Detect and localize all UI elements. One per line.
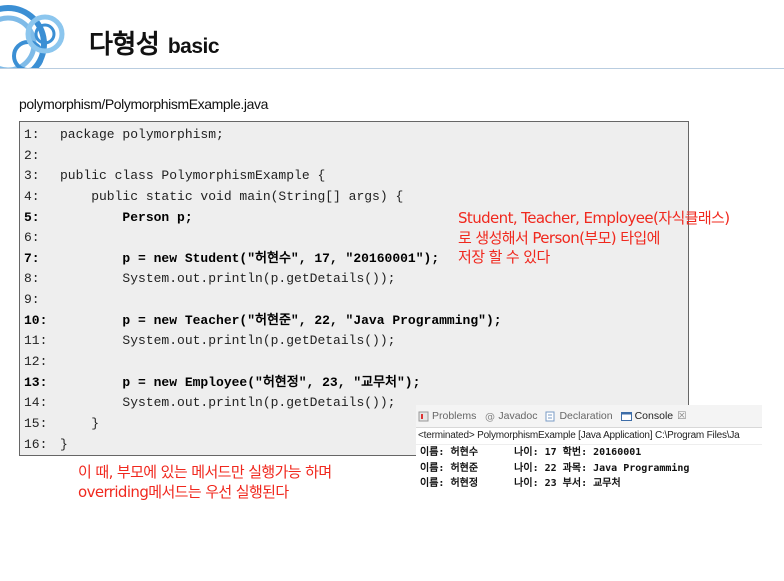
code-line: 4: public static void main(String[] args… — [24, 187, 502, 208]
code-text: public static void main(String[] args) { — [60, 188, 404, 204]
tab-javadoc[interactable]: @ Javadoc — [484, 410, 538, 423]
code-line: 13: p = new Employee("허현정", 23, "교무처"); — [24, 373, 502, 394]
code-line: 9: — [24, 290, 502, 311]
line-number: 8: — [24, 271, 40, 287]
line-number: 7: — [24, 250, 40, 266]
console-panel: Problems @ Javadoc Declaration Console ☒… — [416, 405, 762, 495]
code-text: package polymorphism; — [60, 127, 224, 142]
svg-text:@: @ — [485, 412, 495, 422]
code-text: System.out.println(p.getDetails()); — [60, 271, 396, 287]
code-line: 1: package polymorphism; — [24, 125, 502, 146]
page-title: 다형성 basic — [89, 24, 220, 61]
code-text: System.out.println(p.getDetails()); — [60, 395, 396, 411]
line-number: 13: — [24, 374, 48, 390]
code-line: 5: Person p; — [24, 208, 502, 229]
tab-label: Problems — [432, 410, 477, 422]
code-text: p = new Employee("허현정", 23, "교무처"); — [60, 374, 421, 390]
tab-console[interactable]: Console ☒ — [620, 410, 687, 422]
note-line: overriding메서드는 우선 실행된다 — [78, 482, 289, 501]
tab-label: Javadoc — [498, 410, 538, 422]
line-number: 16: — [24, 436, 48, 452]
console-icon — [620, 411, 632, 422]
line-number: 5: — [24, 209, 40, 225]
tab-problems[interactable]: Problems — [418, 410, 476, 422]
line-number: 4: — [24, 188, 40, 204]
code-line: 6: — [24, 228, 502, 249]
note-right: Student, Teacher, Employee(자식클래스) 로 생성해서… — [458, 209, 778, 268]
line-number: 10: — [24, 312, 48, 328]
line-number: 9: — [24, 292, 40, 308]
code-line: 2: — [24, 146, 502, 167]
javadoc-icon: @ — [484, 411, 495, 423]
console-tabbar: Problems @ Javadoc Declaration Console ☒ — [416, 405, 762, 428]
title-korean: 다형성 — [89, 30, 160, 60]
file-path: polymorphism/PolymorphismExample.java — [19, 96, 268, 112]
line-number: 2: — [24, 147, 40, 163]
line-number: 14: — [24, 395, 48, 411]
line-number: 3: — [24, 168, 40, 184]
note-line: 로 생성해서 Person(부모) 타입에 — [458, 228, 660, 247]
code-text: p = new Student("허현수", 17, "20160001"); — [60, 250, 440, 266]
line-number: 11: — [24, 333, 48, 349]
declaration-icon — [545, 411, 556, 422]
logo — [0, 0, 80, 68]
terminated-status: <terminated> PolymorphismExample [Java A… — [416, 428, 762, 445]
code-text: public class PolymorphismExample { — [60, 168, 326, 184]
line-number: 15: — [24, 415, 48, 431]
note-line: Student, Teacher, Employee(자식클래스) — [458, 209, 730, 227]
note-line: 이 때, 부모에 있는 메서드만 실행가능 하며 — [78, 463, 332, 481]
code-line: 8: System.out.println(p.getDetails()); — [24, 269, 502, 290]
code-line: 12: — [24, 352, 502, 373]
code-text: } — [60, 415, 100, 431]
close-icon[interactable]: ☒ — [677, 410, 686, 422]
console-output-line: 이름: 허현준 나이: 22 과목: Java Programming — [420, 462, 690, 474]
line-number: 12: — [24, 354, 48, 370]
code-text: Person p; — [60, 209, 193, 225]
code-text: System.out.println(p.getDetails()); — [60, 333, 396, 349]
problems-icon — [418, 411, 429, 422]
console-output-line: 이름: 허현정 나이: 23 부서: 교무처 — [420, 478, 621, 489]
note-bottom: 이 때, 부모에 있는 메서드만 실행가능 하며 overriding메서드는 … — [78, 463, 408, 502]
code-line: 7: p = new Student("허현수", 17, "20160001"… — [24, 249, 502, 270]
console-output-line: 이름: 허현수 나이: 17 학번: 20160001 — [420, 447, 642, 458]
code-line: 11: System.out.println(p.getDetails()); — [24, 331, 502, 352]
note-line: 저장 할 수 있다 — [458, 248, 550, 266]
tab-label: Declaration — [559, 410, 613, 422]
title-english: basic — [167, 35, 220, 58]
code-line: 3: public class PolymorphismExample { — [24, 166, 502, 187]
code-text: } — [60, 436, 68, 452]
tab-label: Console — [634, 410, 674, 422]
line-number: 6: — [24, 230, 40, 246]
header-divider — [0, 68, 784, 69]
line-number: 1: — [24, 127, 40, 142]
code-text: p = new Teacher("허현준", 22, "Java Program… — [60, 312, 502, 328]
tab-declaration[interactable]: Declaration — [545, 410, 613, 422]
code-line: 10: p = new Teacher("허현준", 22, "Java Pro… — [24, 311, 502, 332]
